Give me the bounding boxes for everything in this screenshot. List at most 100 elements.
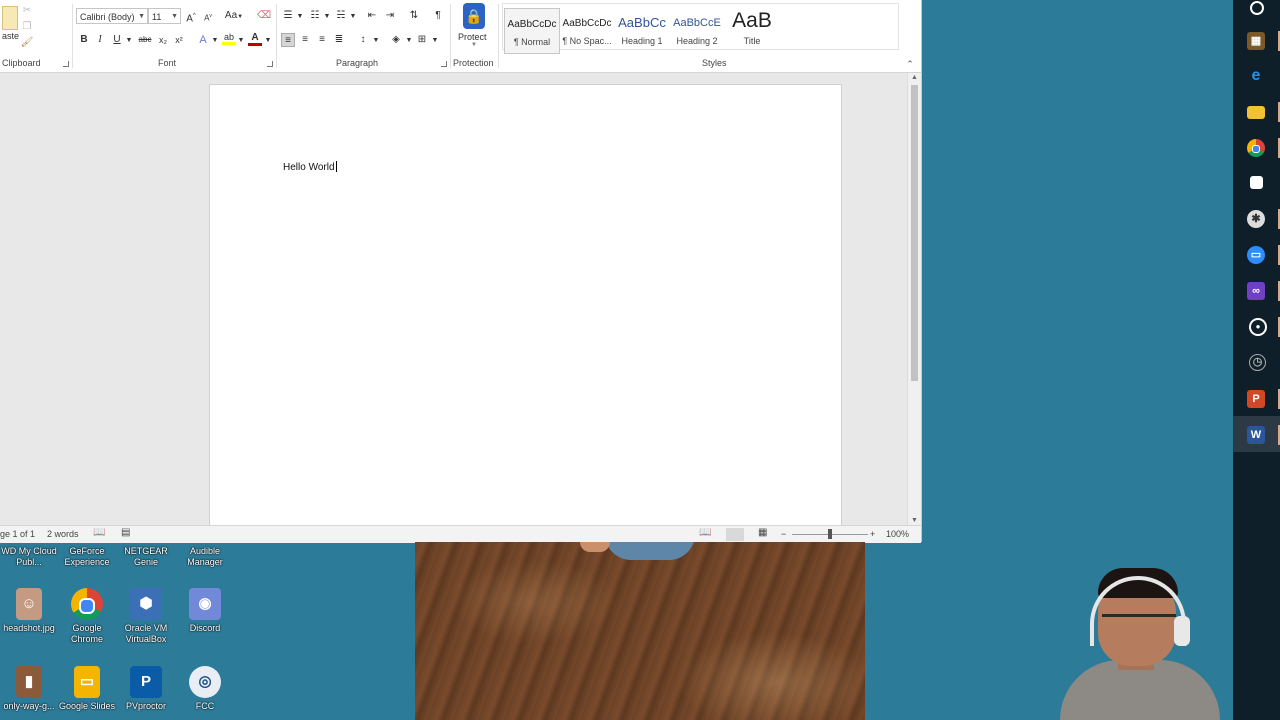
font-color-dropdown-icon[interactable]: ▼ <box>261 34 275 48</box>
zoom-slider[interactable] <box>792 529 868 539</box>
file-explorer-icon[interactable] <box>1247 106 1265 119</box>
word-icon[interactable]: W <box>1247 426 1265 444</box>
style-normal[interactable]: AaBbCcDc ¶ Normal <box>504 8 560 54</box>
zoom-level[interactable]: 100% <box>886 529 909 539</box>
zoom-out-icon[interactable]: − <box>781 529 786 539</box>
zoom-icon[interactable]: ▭ <box>1247 246 1265 264</box>
styles-gallery: AaBbCcDc ¶ Normal AaBbCcDc ¶ No Spac... … <box>502 3 899 54</box>
chrome-icon[interactable] <box>1247 139 1265 157</box>
font-launcher-icon[interactable] <box>267 61 273 67</box>
desktop-icon-headshot[interactable]: ☺ headshot.jpg <box>0 588 58 634</box>
paragraph-launcher-icon[interactable] <box>441 61 447 67</box>
proofing-icon[interactable]: 📖 <box>93 527 105 538</box>
style-no-spacing[interactable]: AaBbCcDc ¶ No Spac... <box>560 8 614 52</box>
font-color-button[interactable]: A <box>248 32 262 46</box>
decrease-indent-icon[interactable]: ⇤ <box>365 9 379 23</box>
italic-button[interactable]: I <box>93 33 107 47</box>
increase-indent-icon[interactable]: ⇥ <box>383 9 397 23</box>
vertical-scrollbar[interactable]: ▲ ▼ <box>907 73 921 525</box>
obs-icon[interactable]: ● <box>1249 318 1267 336</box>
desktop-icon-discord[interactable]: ◉ Discord <box>176 588 234 634</box>
style-title[interactable]: AaB Title <box>725 8 779 52</box>
cut-icon[interactable]: ✂ <box>20 4 34 18</box>
page-count[interactable]: ge 1 of 1 <box>0 529 35 539</box>
text-effects-dropdown-icon[interactable]: ▼ <box>208 34 222 48</box>
desktop-icon-netgear[interactable]: NETGEAR Genie <box>117 546 175 568</box>
zoom-in-icon[interactable]: + <box>870 529 875 539</box>
protect-button-label[interactable]: Protect <box>458 32 487 42</box>
minecraft-icon[interactable]: ▦ <box>1247 32 1265 50</box>
bullets-dropdown-icon[interactable]: ▼ <box>293 10 307 24</box>
word-count[interactable]: 2 words <box>47 529 79 539</box>
discord-icon: ◉ <box>189 588 221 620</box>
desktop-icon-pvproctor[interactable]: P PVproctor <box>117 666 175 712</box>
change-case-button[interactable]: Aa▼ <box>223 9 245 23</box>
line-spacing-icon[interactable]: ↕ <box>356 33 370 47</box>
format-painter-icon[interactable]: 🖌 <box>20 36 34 50</box>
desktop-icon-google-slides[interactable]: ▭ Google Slides <box>58 666 116 712</box>
desktop-icon-fcc[interactable]: ◎ FCC <box>176 666 234 712</box>
desktop-icon-audible[interactable]: Audible Manager <box>176 546 234 568</box>
paste-icon[interactable] <box>2 6 18 30</box>
text-caret <box>335 161 337 172</box>
font-name-dropdown[interactable]: Calibri (Body) ▼ <box>76 8 148 24</box>
style-name: Heading 1 <box>621 36 663 46</box>
align-right-icon[interactable]: ≡ <box>315 33 329 47</box>
grow-font-icon[interactable]: A^ <box>184 9 198 24</box>
clear-formatting-icon[interactable]: ⌫ <box>257 9 271 23</box>
shading-dropdown-icon[interactable]: ▼ <box>402 34 416 48</box>
borders-dropdown-icon[interactable]: ▼ <box>428 34 442 48</box>
clipboard-launcher-icon[interactable] <box>63 61 69 67</box>
macro-recording-icon[interactable]: ▤ <box>121 527 130 538</box>
clock-icon[interactable]: ◷ <box>1249 354 1266 371</box>
justify-icon[interactable]: ≣ <box>332 33 346 47</box>
numbering-dropdown-icon[interactable]: ▼ <box>320 10 334 24</box>
edge-icon[interactable]: e <box>1247 67 1265 85</box>
font-size-dropdown[interactable]: 11 ▼ <box>148 8 181 24</box>
sticky-notes-icon[interactable] <box>1250 176 1263 189</box>
circle-icon[interactable] <box>1250 1 1264 15</box>
powerpoint-icon[interactable]: P <box>1247 390 1265 408</box>
style-heading-2[interactable]: AaBbCcE Heading 2 <box>670 8 724 52</box>
protect-dropdown-icon[interactable]: ▼ <box>471 42 477 48</box>
bold-button[interactable]: B <box>77 33 91 47</box>
desktop-icon-geforce[interactable]: GeForce Experience <box>58 546 116 568</box>
highlight-dropdown-icon[interactable]: ▼ <box>234 34 248 48</box>
style-heading-1[interactable]: AaBbCc Heading 1 <box>615 8 669 52</box>
scroll-down-icon[interactable]: ▼ <box>911 517 918 524</box>
scroll-up-icon[interactable]: ▲ <box>911 74 918 81</box>
shading-icon[interactable]: ◈ <box>389 33 403 47</box>
borders-icon[interactable]: ⊞ <box>415 33 429 47</box>
shrink-font-icon[interactable]: Av <box>201 9 215 23</box>
copy-icon[interactable]: ❐ <box>20 20 34 34</box>
zoom-slider-thumb[interactable] <box>828 529 832 539</box>
align-center-icon[interactable]: ≡ <box>298 33 312 47</box>
read-mode-icon[interactable]: 📖 <box>699 527 711 538</box>
desktop-icon-label: Google Chrome <box>70 623 103 644</box>
word-window: aste ✂ ❐ 🖌 Clipboard Calibri (Body) ▼ 11… <box>0 0 922 543</box>
web-layout-icon[interactable]: ▦ <box>758 527 767 538</box>
document-page[interactable]: Hello World <box>209 84 842 525</box>
print-layout-icon[interactable] <box>726 528 744 541</box>
paste-button-label[interactable]: aste <box>2 31 19 41</box>
document-body-text[interactable]: Hello World <box>283 161 337 173</box>
underline-dropdown-icon[interactable]: ▼ <box>122 34 136 48</box>
multilevel-dropdown-icon[interactable]: ▼ <box>346 10 360 24</box>
settings-icon[interactable]: ✱ <box>1247 210 1265 228</box>
visual-studio-icon[interactable]: ∞ <box>1247 282 1265 300</box>
desktop-icon-wd-my-cloud[interactable]: WD My Cloud Publ... <box>0 546 58 568</box>
desktop-icon-google-chrome[interactable]: Google Chrome <box>58 588 116 645</box>
strikethrough-button[interactable]: abc <box>136 33 154 47</box>
collapse-ribbon-icon[interactable]: ⌃ <box>903 57 917 71</box>
desktop-icon-only-way[interactable]: ▮ only-way-g... <box>0 666 58 712</box>
line-spacing-dropdown-icon[interactable]: ▼ <box>369 34 383 48</box>
sort-icon[interactable]: ⇅ <box>407 9 421 23</box>
subscript-button[interactable]: x₂ <box>156 33 170 47</box>
desktop-icon-label: Discord <box>189 623 221 633</box>
superscript-button[interactable]: x² <box>172 33 186 47</box>
scrollbar-thumb[interactable] <box>911 85 918 381</box>
align-left-icon[interactable]: ≡ <box>281 33 295 47</box>
protect-icon[interactable]: 🔒 <box>463 3 485 29</box>
desktop-icon-virtualbox[interactable]: ⬢ Oracle VM VirtualBox <box>117 588 175 645</box>
show-formatting-marks-icon[interactable]: ¶ <box>431 9 445 23</box>
